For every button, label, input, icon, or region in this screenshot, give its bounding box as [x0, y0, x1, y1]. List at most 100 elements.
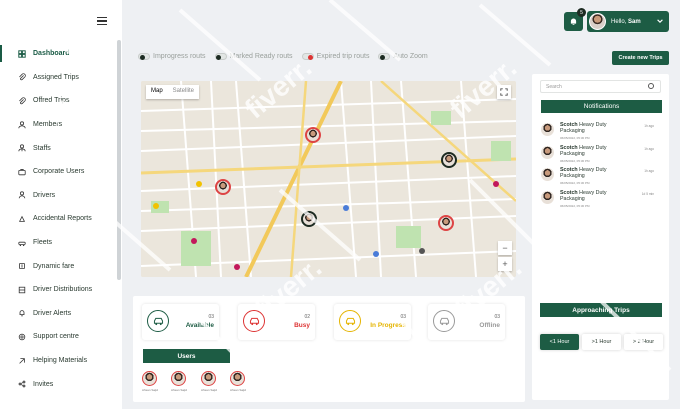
chevron-down-icon[interactable]: [656, 17, 664, 25]
notification-item[interactable]: Scotch Heavy Duty Packaging 06/05/2022, …: [541, 122, 664, 142]
filter-less-1-hour-button[interactable]: <1 Hour: [540, 334, 579, 350]
notification-text: Scotch Heavy Duty Packaging: [560, 122, 615, 134]
share-icon: [18, 380, 26, 388]
sidebar-item-driver-alerts[interactable]: Driver Alerts: [0, 302, 116, 326]
sidebar-item-support-centre[interactable]: Support centre: [0, 325, 116, 349]
report-icon: [18, 215, 26, 223]
driver-marker[interactable]: [438, 215, 454, 231]
tab-map[interactable]: Map: [146, 85, 168, 99]
user-avatar[interactable]: [171, 371, 186, 386]
sidebar-item-accidental-reports[interactable]: Accidental Reports: [0, 207, 116, 231]
driver-marker[interactable]: [305, 127, 321, 143]
filter-label: Auto Zoom: [393, 53, 428, 60]
users-header[interactable]: Users: [143, 349, 230, 363]
sidebar-item-label: Driver Distributions: [33, 286, 93, 294]
poi-marker: [153, 203, 159, 209]
sidebar-item-label: Invites: [33, 380, 54, 388]
driver-icon: [18, 191, 26, 199]
search-input[interactable]: Search: [540, 80, 661, 93]
menu-icon[interactable]: [97, 17, 107, 26]
notification-item[interactable]: Scotch Heavy Duty Packaging 06/05/2022, …: [541, 167, 664, 187]
avatar: [541, 191, 554, 204]
notification-date: 06/05/2022, 05:30 PM: [560, 159, 590, 163]
sidebar-item-members[interactable]: Members: [0, 113, 116, 137]
search-icon[interactable]: [648, 83, 654, 89]
status-count: 02: [304, 314, 310, 320]
notification-text: Scotch Heavy Duty Packaging: [560, 145, 615, 157]
zoom-out-button[interactable]: −: [498, 241, 512, 255]
sidebar-item-assigned-trips[interactable]: Assigned Trips: [0, 66, 116, 90]
sidebar-item-helping-materials[interactable]: Helping Materials: [0, 349, 116, 373]
driver-marker[interactable]: [441, 152, 457, 168]
sidebar-item-label: Staffs: [33, 144, 51, 152]
user-avatar[interactable]: [142, 371, 157, 386]
toggle-switch[interactable]: [301, 53, 314, 60]
create-trip-button[interactable]: Create new Trips: [612, 51, 669, 65]
members-icon: [18, 120, 26, 129]
notification-date: 06/05/2022, 05:30 PM: [560, 181, 590, 185]
sidebar-item-driver-distributions[interactable]: Driver Distributions: [0, 278, 116, 302]
driver-marker[interactable]: [301, 211, 317, 227]
fleet-icon: [18, 239, 26, 247]
toggle-switch[interactable]: [138, 53, 150, 60]
sidebar-item-drivers[interactable]: Drivers: [0, 184, 116, 208]
status-card-in-progress[interactable]: 03 In Progress: [334, 304, 411, 340]
tab-satellite[interactable]: Satellite: [168, 85, 199, 99]
filter-improgress[interactable]: Improgress routs: [138, 53, 206, 60]
driver-status-panel: 03 Available 02 Busy 03 In Progress 03 O…: [133, 296, 525, 402]
status-card-offline[interactable]: 03 Offline: [428, 304, 505, 340]
user-avatar[interactable]: [201, 371, 216, 386]
notification-time: 1d 5 min: [641, 192, 654, 196]
filter-auto-zoom[interactable]: Auto Zoom: [378, 53, 428, 60]
route-filters: Improgress routs Marked Ready routs Expi…: [138, 53, 428, 60]
user-avatar[interactable]: [230, 371, 245, 386]
sidebar-scrollbar[interactable]: [117, 40, 121, 280]
bell-icon: [18, 309, 26, 317]
sidebar-item-label: Members: [33, 121, 63, 129]
sidebar-item-fleets[interactable]: Fleets: [0, 231, 116, 255]
filter-expired[interactable]: Expired trip routs: [301, 53, 370, 60]
sidebar-item-staffs[interactable]: Staffs: [0, 136, 116, 160]
filter-marked-ready[interactable]: Marked Ready routs: [214, 53, 293, 60]
filter-more-2-hour-button[interactable]: > 2 Hour: [624, 334, 663, 350]
map-type-toggle[interactable]: Map Satellite: [146, 85, 200, 99]
toggle-switch[interactable]: [378, 53, 391, 60]
sidebar-item-offred-trips[interactable]: Offred Trips: [0, 89, 116, 113]
filter-label: Expired trip routs: [316, 53, 370, 60]
status-label: In Progress: [370, 322, 406, 329]
sidebar-item-dashboard[interactable]: Dashboard: [0, 42, 116, 66]
map-streets: [141, 81, 516, 277]
status-count: 03: [400, 314, 406, 320]
notification-item[interactable]: Scotch Heavy Duty Packaging 06/05/2022, …: [541, 190, 664, 210]
user-menu[interactable]: Hello, Sam: [587, 11, 669, 32]
sidebar-item-label: Assigned Trips: [33, 73, 79, 81]
sidebar: Dashboard Assigned Trips Offred Trips Me…: [0, 0, 122, 409]
support-icon: [18, 333, 26, 341]
user-name: Sam: [628, 18, 641, 25]
paperclip-icon: [18, 97, 26, 105]
sidebar-item-dynamic-fare[interactable]: Dynamic fare: [0, 254, 116, 278]
driver-marker[interactable]: [215, 179, 231, 195]
car-icon: [243, 310, 265, 332]
status-card-available[interactable]: 03 Available: [142, 304, 219, 340]
sidebar-item-label: Fleets: [33, 239, 53, 247]
poi-marker: [234, 264, 240, 270]
status-card-busy[interactable]: 02 Busy: [238, 304, 315, 340]
sidebar-nav: Dashboard Assigned Trips Offred Trips Me…: [0, 42, 116, 396]
bell-icon: [570, 18, 577, 26]
filter-label: Improgress routs: [153, 53, 206, 60]
sidebar-item-corporate-users[interactable]: Corporate Users: [0, 160, 116, 184]
zoom-in-button[interactable]: +: [498, 257, 512, 271]
notification-count-badge: 5: [577, 8, 586, 17]
user-name-caption: Ahsan Sajid: [229, 388, 246, 392]
toggle-switch[interactable]: [214, 53, 227, 60]
filter-more-1-hour-button[interactable]: >1 Hour: [582, 334, 621, 350]
fullscreen-button[interactable]: [497, 85, 511, 99]
briefcase-icon: [18, 168, 26, 176]
notification-item[interactable]: Scotch Heavy Duty Packaging 06/05/2022, …: [541, 145, 664, 165]
sidebar-item-label: Driver Alerts: [33, 309, 72, 317]
poi-marker: [191, 238, 197, 244]
sidebar-item-invites[interactable]: Invites: [0, 372, 116, 396]
notification-time: 1h ago: [644, 124, 654, 128]
map-view[interactable]: Map Satellite − +: [141, 81, 516, 277]
